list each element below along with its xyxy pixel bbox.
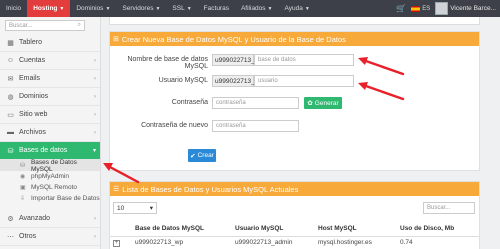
chevron-down-icon: ▾ <box>149 205 153 212</box>
chevron-down-icon: ▼ <box>105 5 111 12</box>
user-menu[interactable]: Vicente Barce... <box>435 2 496 15</box>
chevron-right-icon: › <box>94 57 96 64</box>
list-panel-header: ☰ Lista de Bases de Datos y Usuarios MyS… <box>110 182 479 196</box>
expand-column-header <box>110 222 132 237</box>
nav-right-group: 🛒 ES Vicente Barce... <box>396 0 500 17</box>
sidebar-item-dominios[interactable]: ◍ Dominios › <box>0 88 100 106</box>
database-icon: ⛁ <box>7 147 14 155</box>
chevron-down-icon: ▼ <box>186 5 192 12</box>
chevron-right-icon: › <box>94 93 96 100</box>
gear-icon: ⚙ <box>7 215 14 223</box>
create-panel-header: ⊞ Crear Nueva Base de Datos MySQL y Usua… <box>110 32 479 46</box>
generate-password-button[interactable]: ✿ Generar <box>304 97 342 109</box>
search-icon: ⌕ <box>77 22 81 28</box>
sidebar-item-archivos[interactable]: ▬ Archivos › <box>0 124 100 142</box>
language-selector[interactable]: ES <box>411 5 430 12</box>
php-icon: ◉ <box>20 174 26 180</box>
annotation-arrow-sidebar <box>103 163 140 184</box>
sidebar-search-input[interactable]: Buscar... ⌕ <box>5 20 85 31</box>
nav-ayuda[interactable]: Ayuda ▼ <box>279 0 316 17</box>
table-search-input[interactable]: Buscar... <box>423 202 475 214</box>
chevron-right-icon: › <box>94 233 96 240</box>
chevron-right-icon: › <box>94 129 96 136</box>
password-label: Contraseña <box>171 99 208 106</box>
nav-hosting[interactable]: Hosting ▼ <box>27 0 71 17</box>
cart-icon[interactable]: 🛒 <box>396 4 406 13</box>
folder-icon: ▬ <box>7 129 14 136</box>
user-cell: u999022713_admin <box>235 239 293 247</box>
database-cell: u999022713_wp <box>135 239 184 247</box>
sidebar-item-tablero[interactable]: ▦ Tablero <box>0 34 100 52</box>
column-header-user[interactable]: Usuario MySQL <box>232 222 315 237</box>
db-name-input[interactable]: base de datos <box>254 54 354 66</box>
chevron-down-icon: ▼ <box>59 5 65 12</box>
expand-plus-icon[interactable]: + <box>113 239 120 247</box>
chevron-right-icon: › <box>94 215 96 222</box>
create-button[interactable]: ✔ Crear <box>188 149 216 162</box>
gear-icon: ✿ <box>307 100 313 107</box>
sidebar-subitem-importar[interactable]: ⇩ Importar Base de Datos <box>0 193 100 204</box>
nav-dominios[interactable]: Dominios ▼ <box>70 0 116 17</box>
sidebar-item-sitio-web[interactable]: ▭ Sitio web › <box>0 106 100 124</box>
nav-afiliados[interactable]: Afiliados ▼ <box>235 0 279 17</box>
database-icon: ⛁ <box>20 163 26 169</box>
create-database-panel: ⊞ Crear Nueva Base de Datos MySQL y Usua… <box>109 31 480 171</box>
password-input[interactable]: contraseña <box>212 97 299 109</box>
plus-square-icon: ⊞ <box>113 36 119 43</box>
databases-table: Base de Datos MySQL Usuario MySQL Host M… <box>110 222 479 249</box>
db-name-label: Nombre de base de datos MySQL <box>127 56 208 70</box>
annotation-arrow-db-name <box>358 57 405 76</box>
user-icon: ☺ <box>6 57 15 64</box>
chevron-right-icon: › <box>94 111 96 118</box>
sidebar: Buscar... ⌕ ▦ Tablero ☺ Cuentas › ✉ Emai… <box>0 17 101 249</box>
dashboard-icon: ▦ <box>7 39 14 47</box>
annotation-arrow-user <box>358 82 405 101</box>
import-icon: ⇩ <box>20 196 26 202</box>
db-name-prefix: u999022713_ <box>212 54 255 66</box>
sidebar-item-otros[interactable]: ⋯ Otros › <box>0 228 100 246</box>
avatar <box>435 2 449 15</box>
globe-icon: ◍ <box>7 93 14 101</box>
chevron-down-icon: ▼ <box>155 5 161 12</box>
chevron-down-icon: ▾ <box>92 148 96 154</box>
sidebar-subitem-phpmyadmin[interactable]: ◉ phpMyAdmin <box>0 171 100 182</box>
column-header-database[interactable]: Base de Datos MySQL <box>132 222 232 237</box>
top-navigation: Inicio Hosting ▼ Dominios ▼ Servidores ▼ SS… <box>0 0 500 17</box>
password-again-input[interactable]: contraseña <box>212 120 299 132</box>
sidebar-item-avanzado[interactable]: ⚙ Avanzado › <box>0 210 100 228</box>
expand-cell: + <box>110 236 132 249</box>
chevron-right-icon: › <box>94 75 96 82</box>
list-icon: ☰ <box>113 186 120 193</box>
disk-cell: 0.74 <box>400 239 413 247</box>
sidebar-subitem-mysql-remoto[interactable]: ▣ MySQL Remoto <box>0 182 100 193</box>
mysql-user-prefix: u999022713_ <box>212 75 255 87</box>
column-header-disk[interactable]: Uso de Disco, Mb <box>397 222 479 237</box>
sidebar-item-bases-de-datos[interactable]: ⛁ Bases de datos ▾ <box>0 142 100 160</box>
database-list-panel: ☰ Lista de Bases de Datos y Usuarios MyS… <box>109 181 480 249</box>
chevron-down-icon: ▼ <box>304 5 310 12</box>
chevron-down-icon: ▼ <box>267 5 273 12</box>
nav-facturas[interactable]: Facturas <box>198 0 235 17</box>
table-header-row: Base de Datos MySQL Usuario MySQL Host M… <box>110 222 479 237</box>
sidebar-subitem-bases-mysql[interactable]: ⛁ Bases de Datos MySQL <box>0 159 100 173</box>
nav-servidores[interactable]: Servidores ▼ <box>116 0 166 17</box>
column-header-host[interactable]: Host MySQL <box>315 222 397 237</box>
mysql-user-label: Usuario MySQL <box>158 77 208 84</box>
host-cell: mysql.hostinger.es <box>318 239 372 247</box>
nav-ssl[interactable]: SSL ▼ <box>166 0 197 17</box>
monitor-icon: ▣ <box>20 185 26 191</box>
dots-icon: ⋯ <box>7 233 14 241</box>
sidebar-item-emails[interactable]: ✉ Emails › <box>0 70 100 88</box>
checkmark-icon: ✔ <box>190 152 196 160</box>
password-again-label: Contraseña de nuevo <box>141 122 208 129</box>
envelope-icon: ✉ <box>7 75 14 83</box>
mysql-user-input[interactable]: usuario <box>254 75 354 87</box>
spain-flag-icon <box>411 5 421 12</box>
table-row: + u999022713_wp u999022713_admin mysql.h… <box>110 236 479 249</box>
nav-inicio[interactable]: Inicio <box>0 0 27 17</box>
sidebar-item-cuentas[interactable]: ☺ Cuentas › <box>0 52 100 70</box>
page-size-select[interactable]: 10 ▾ <box>113 202 157 214</box>
previous-panel-bottom <box>109 17 480 25</box>
window-icon: ▭ <box>7 111 14 119</box>
